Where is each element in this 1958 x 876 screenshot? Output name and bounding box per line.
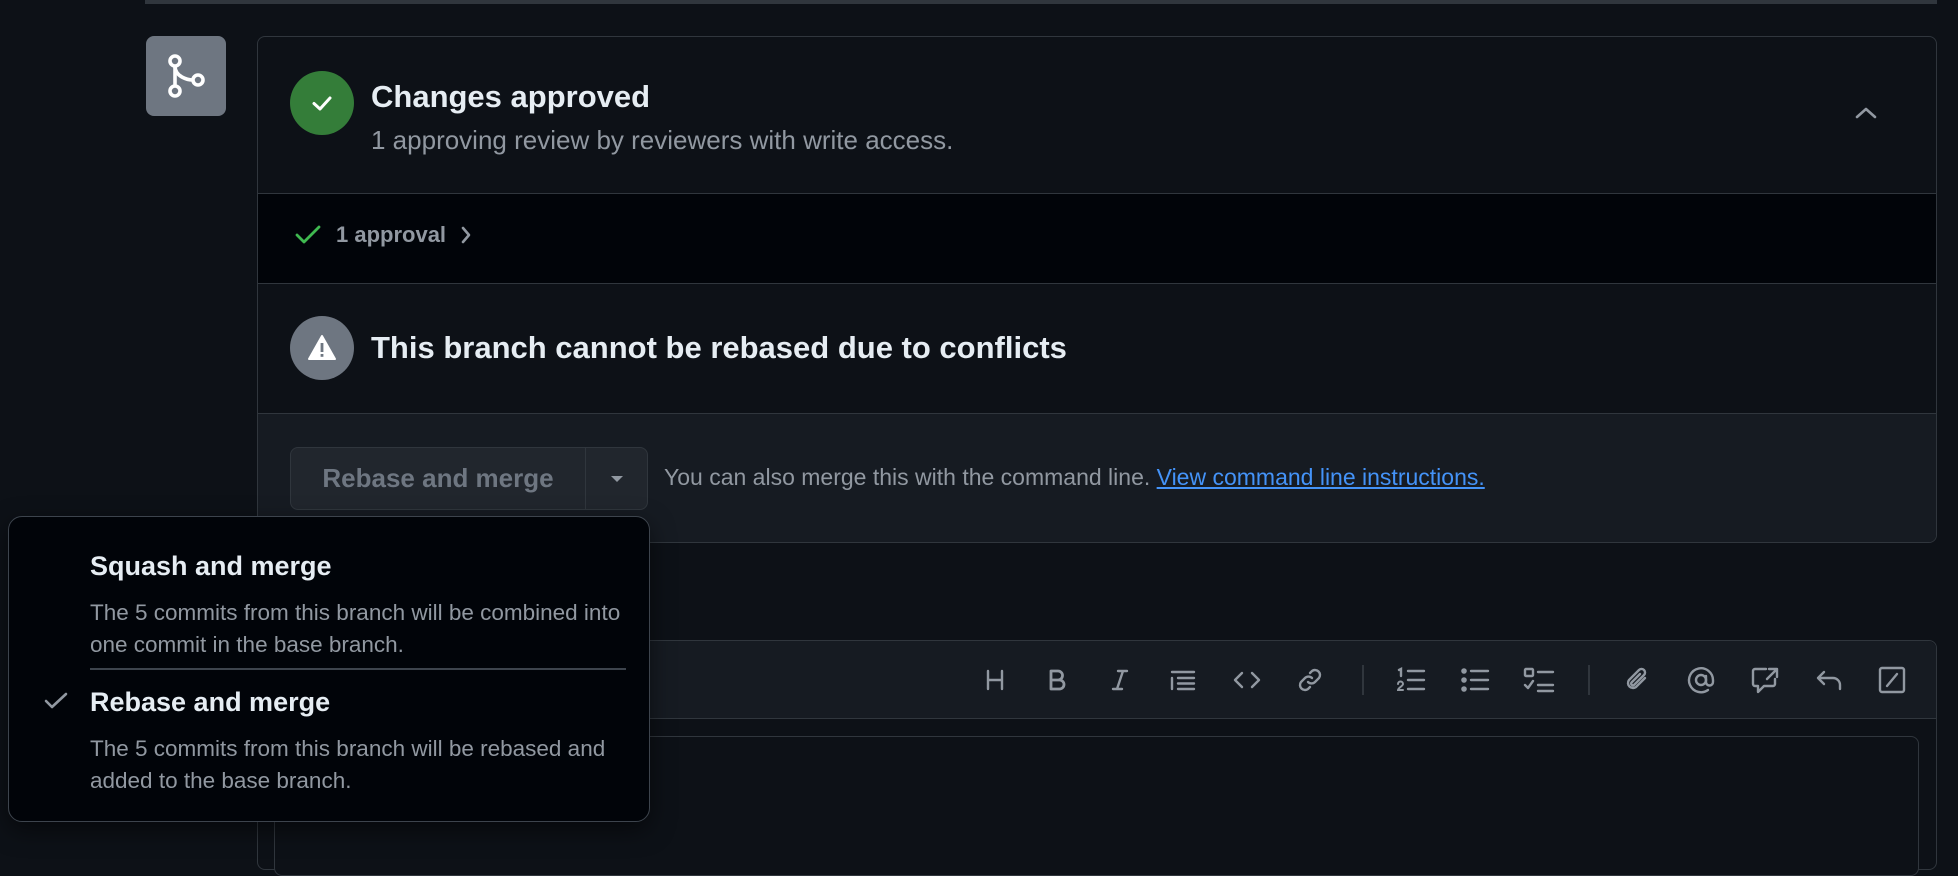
menu-item-title: Squash and merge <box>90 551 332 581</box>
command-line-text: You can also merge this with the command… <box>664 464 1151 490</box>
menu-item-rebase-and-merge[interactable]: Rebase and merge The 5 commits from this… <box>9 677 649 805</box>
heading-icon[interactable] <box>975 660 1015 700</box>
bulleted-list-icon[interactable] <box>1455 660 1495 700</box>
rebase-and-merge-button[interactable]: Rebase and merge <box>290 447 586 510</box>
approvals-section: 1 approval <box>258 194 1936 284</box>
reply-icon[interactable] <box>1809 660 1849 700</box>
merge-method-dropdown-button[interactable] <box>585 447 648 510</box>
menu-item-title: Rebase and merge <box>90 687 331 717</box>
menu-item-description: The 5 commits from this branch will be r… <box>90 736 606 793</box>
git-merge-icon <box>146 36 226 116</box>
chevron-up-icon <box>1855 107 1877 119</box>
italic-icon[interactable] <box>1100 660 1140 700</box>
cross-reference-icon[interactable] <box>1745 660 1785 700</box>
check-icon <box>44 692 68 709</box>
conflict-section: This branch cannot be rebased due to con… <box>258 284 1936 414</box>
toolbar-divider <box>1588 665 1590 695</box>
task-list-icon[interactable] <box>1519 660 1559 700</box>
code-icon[interactable] <box>1227 660 1267 700</box>
bold-icon[interactable] <box>1037 660 1077 700</box>
check-icon <box>295 225 321 244</box>
conflict-title: This branch cannot be rebased due to con… <box>371 330 1067 365</box>
review-status-title: Changes approved <box>371 79 651 114</box>
slash-command-icon[interactable] <box>1872 660 1912 700</box>
triangle-down-icon <box>610 475 623 482</box>
collapse-button[interactable] <box>1848 95 1884 131</box>
timeline-top-border <box>145 0 1937 4</box>
merge-method-menu: Squash and merge The 5 commits from this… <box>8 516 650 822</box>
view-command-line-link[interactable]: View command line instructions. <box>1157 464 1485 490</box>
review-status-subtitle: 1 approving review by reviewers with wri… <box>371 125 954 155</box>
menu-item-squash-and-merge[interactable]: Squash and merge The 5 commits from this… <box>9 541 649 669</box>
alert-icon <box>290 316 354 380</box>
review-status-section: Changes approved 1 approving review by r… <box>258 37 1936 194</box>
approvals-toggle[interactable]: 1 approval <box>294 222 472 248</box>
toolbar-divider <box>1362 665 1364 695</box>
mention-icon[interactable] <box>1681 660 1721 700</box>
merge-box: Changes approved 1 approving review by r… <box>257 36 1937 543</box>
chevron-right-icon <box>461 226 471 244</box>
command-line-hint: You can also merge this with the command… <box>664 464 1485 491</box>
menu-item-description: The 5 commits from this branch will be c… <box>90 600 621 657</box>
approvals-count: 1 approval <box>336 222 447 247</box>
link-icon[interactable] <box>1290 660 1330 700</box>
numbered-list-icon[interactable] <box>1391 660 1431 700</box>
menu-divider <box>90 668 626 670</box>
attach-icon[interactable] <box>1618 660 1658 700</box>
check-circle-icon <box>290 71 354 135</box>
quote-icon[interactable] <box>1163 660 1203 700</box>
